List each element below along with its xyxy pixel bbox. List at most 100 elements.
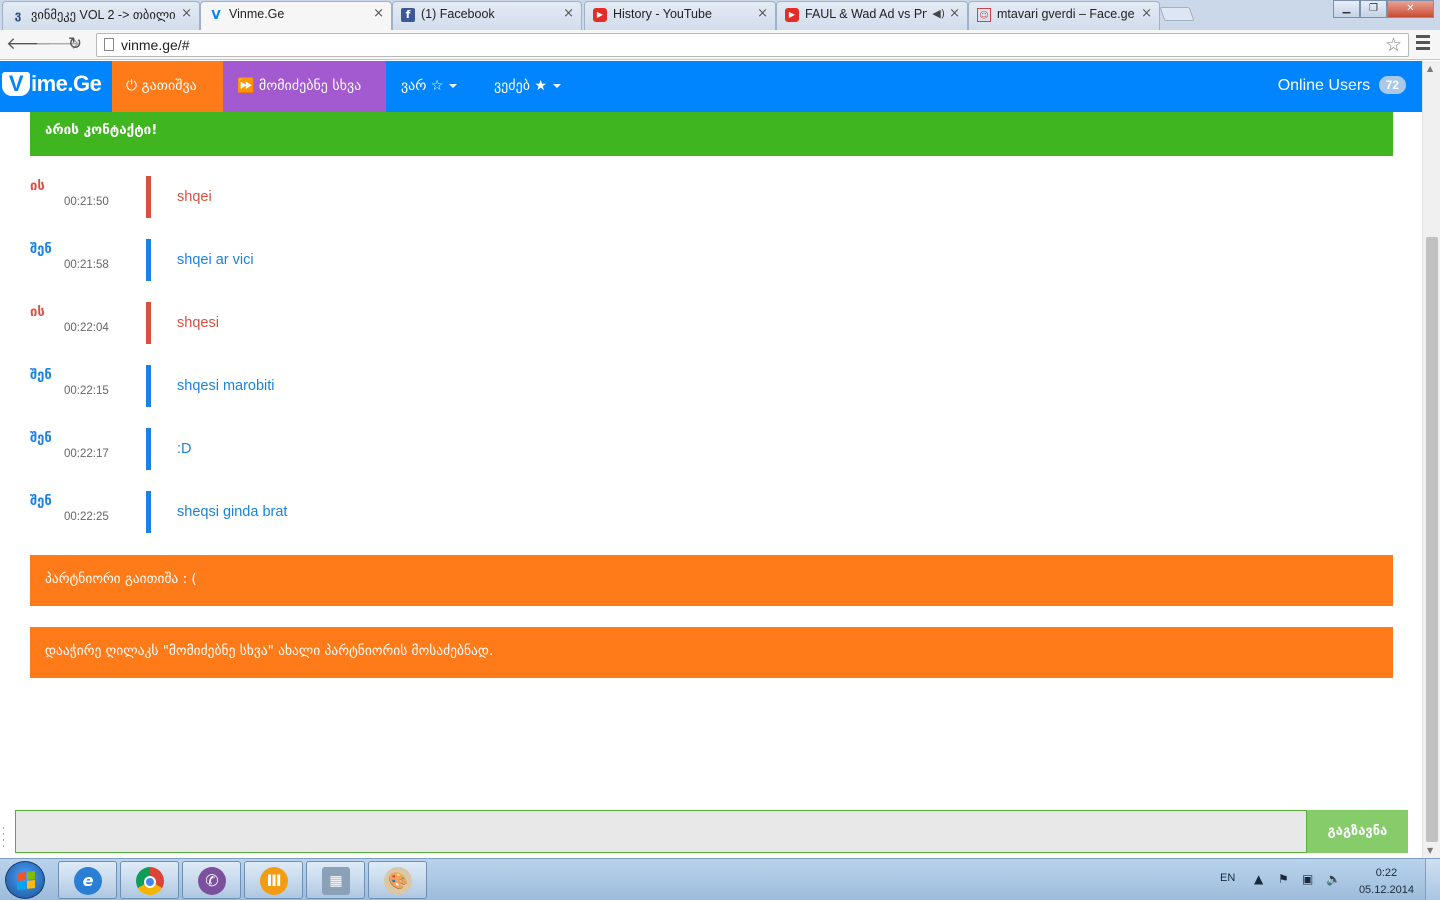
minimize-button[interactable]: ▁ [1333,0,1360,18]
browser-tab-vinme-vol2[interactable]: ვ ვინმეკე VOL 2 -> თბილი × [2,1,200,30]
windows-logo-icon [17,871,35,890]
tab-title: FAUL & Wad Ad vs Pnau [805,7,927,21]
language-indicator[interactable]: EN [1220,872,1235,884]
orange-app-icon: Ⅲ [260,867,288,895]
power-icon: ⏻ [126,78,138,94]
address-bar[interactable]: vinme.ge/# ☆ [96,33,1409,57]
message-time: 00:21:50 [64,196,109,208]
close-icon[interactable]: × [949,6,960,21]
browser-tab-vinme[interactable]: V Vinme.Ge × [200,1,392,30]
looking-for-dropdown[interactable]: ვეძებ ★ [494,61,561,112]
youtube-icon: ▶ [785,8,799,22]
clock[interactable]: 0:22 05.12.2014 [1359,865,1414,899]
new-tab-button[interactable] [1159,7,1195,21]
bookmark-star-icon[interactable]: ☆ [1385,34,1402,56]
message-bar [146,365,151,407]
browser-tab-facebook[interactable]: f (1) Facebook × [392,1,582,30]
page-icon [104,38,114,51]
logo-text: ime.Ge [31,71,102,96]
find-another-button[interactable]: ⏩ მომიძებნე სხვა [223,61,386,112]
chrome-menu-icon[interactable] [1416,35,1430,53]
message-text: shqei ar vici [177,252,254,268]
chat-message: შენ 00:21:58 shqei ar vici [30,239,1330,281]
forward-button[interactable]: 🡒 [35,33,81,55]
chat-message: შენ 00:22:25 sheqsi ginda brat [30,491,1330,533]
close-icon[interactable]: × [181,6,192,21]
internet-explorer-icon: e [74,867,102,895]
volume-icon[interactable]: 🔈 [1326,872,1341,886]
close-icon[interactable]: × [1141,6,1152,21]
scrollbar-thumb[interactable] [1426,237,1438,842]
browser-tab-youtube-faul[interactable]: ▶ FAUL & Wad Ad vs Pnau ◀) × [776,1,968,30]
taskbar-viber[interactable]: ✆ [182,861,241,899]
network-icon[interactable]: ▣ [1302,872,1313,886]
close-icon[interactable]: × [563,6,574,21]
star-filled-icon: ★ [534,78,547,94]
message-bar [146,176,151,218]
taskbar-paint[interactable]: 🎨 [368,861,427,899]
back-button[interactable]: 🡐 [6,33,52,55]
scroll-up-icon[interactable]: ▲ [1427,64,1433,73]
restore-button[interactable]: ❐ [1360,0,1387,18]
find-another-label: მომიძებნე სხვა [258,78,362,94]
clock-time: 0:22 [1375,867,1398,879]
browser-tab-face-ge[interactable]: ☺ mtavari gverdi – Face.ge × [968,1,1160,30]
fast-forward-icon: ⏩ [237,78,255,94]
taskbar-app-orange[interactable]: Ⅲ [244,861,303,899]
reload-button[interactable]: ↻ [64,33,86,55]
windows-taskbar: e ✆ Ⅲ ▦ 🎨 EN ▲ ⚑ ▣ 🔈 0:22 05.12.2014 [0,858,1440,900]
tab-title: mtavari gverdi – Face.ge [997,7,1135,21]
chat-message: შენ 00:22:15 shqesi marobiti [30,365,1330,407]
logo-letter: V [2,72,30,96]
message-author: ის [30,305,45,320]
start-button[interactable] [5,861,45,899]
message-text: shqei [177,189,212,205]
action-center-flag-icon[interactable]: ⚑ [1278,872,1289,886]
facebook-icon: f [401,8,415,22]
show-hidden-icons-icon[interactable]: ▲ [1254,872,1263,886]
message-author: შენ [30,242,52,257]
chrome-icon [136,867,164,895]
online-users: Online Users 72 [1278,76,1406,95]
i-am-dropdown[interactable]: ვარ ☆ [401,61,458,112]
message-composer: გაგზავნა [15,810,1408,853]
find-new-partner-hint: დააჭირე ღილაკს "მომიძებნე სხვა" ახალი პა… [30,627,1393,678]
message-input[interactable] [15,810,1307,853]
window-close-button[interactable]: ✕ [1387,0,1434,18]
browser-tab-strip: ვ ვინმეკე VOL 2 -> თბილი × V Vinme.Ge × … [0,0,1440,30]
vinme-logo[interactable]: Vime.Ge [2,71,102,97]
message-bar [146,428,151,470]
show-desktop-button[interactable] [1425,859,1440,900]
scroll-down-icon[interactable]: ▼ [1427,846,1433,855]
close-icon[interactable]: × [373,6,384,21]
close-icon[interactable]: × [757,6,768,21]
message-text: :D [177,441,192,457]
taskbar-internet-explorer[interactable]: e [58,861,117,899]
connected-banner: არის კონტაქტი! [30,112,1393,156]
taskbar-chrome[interactable] [120,861,179,899]
youtube-icon: ▶ [593,8,607,22]
chevron-down-icon [449,84,458,88]
message-author: ის [30,179,45,194]
message-author: შენ [30,494,52,509]
tab-title: History - YouTube [613,7,712,21]
disconnect-button[interactable]: ⏻ გათიშვა [112,61,223,112]
message-bar [146,302,151,344]
message-time: 00:22:17 [64,448,109,460]
taskbar-calculator[interactable]: ▦ [306,861,365,899]
send-button[interactable]: გაგზავნა [1307,810,1408,853]
message-time: 00:21:58 [64,259,109,271]
tab-title: Vinme.Ge [229,7,285,21]
partner-disconnected-banner: პარტნიორი გაითიშა : ( [30,555,1393,606]
tab-title: ვინმეკე VOL 2 -> თბილი [31,8,175,22]
chat-message: ის 00:22:04 shqesi [30,302,1330,344]
georgian-letter-icon: ვ [14,8,22,22]
online-users-label: Online Users [1277,77,1371,94]
browser-tab-youtube-history[interactable]: ▶ History - YouTube × [584,1,776,30]
page-scrollbar[interactable]: ▲ ▼ [1422,61,1440,858]
message-time: 00:22:25 [64,511,109,523]
message-time: 00:22:15 [64,385,109,397]
chevron-down-icon [552,84,561,88]
clock-date: 05.12.2014 [1358,884,1414,896]
chat-message: ის 00:21:50 shqei [30,176,1330,218]
